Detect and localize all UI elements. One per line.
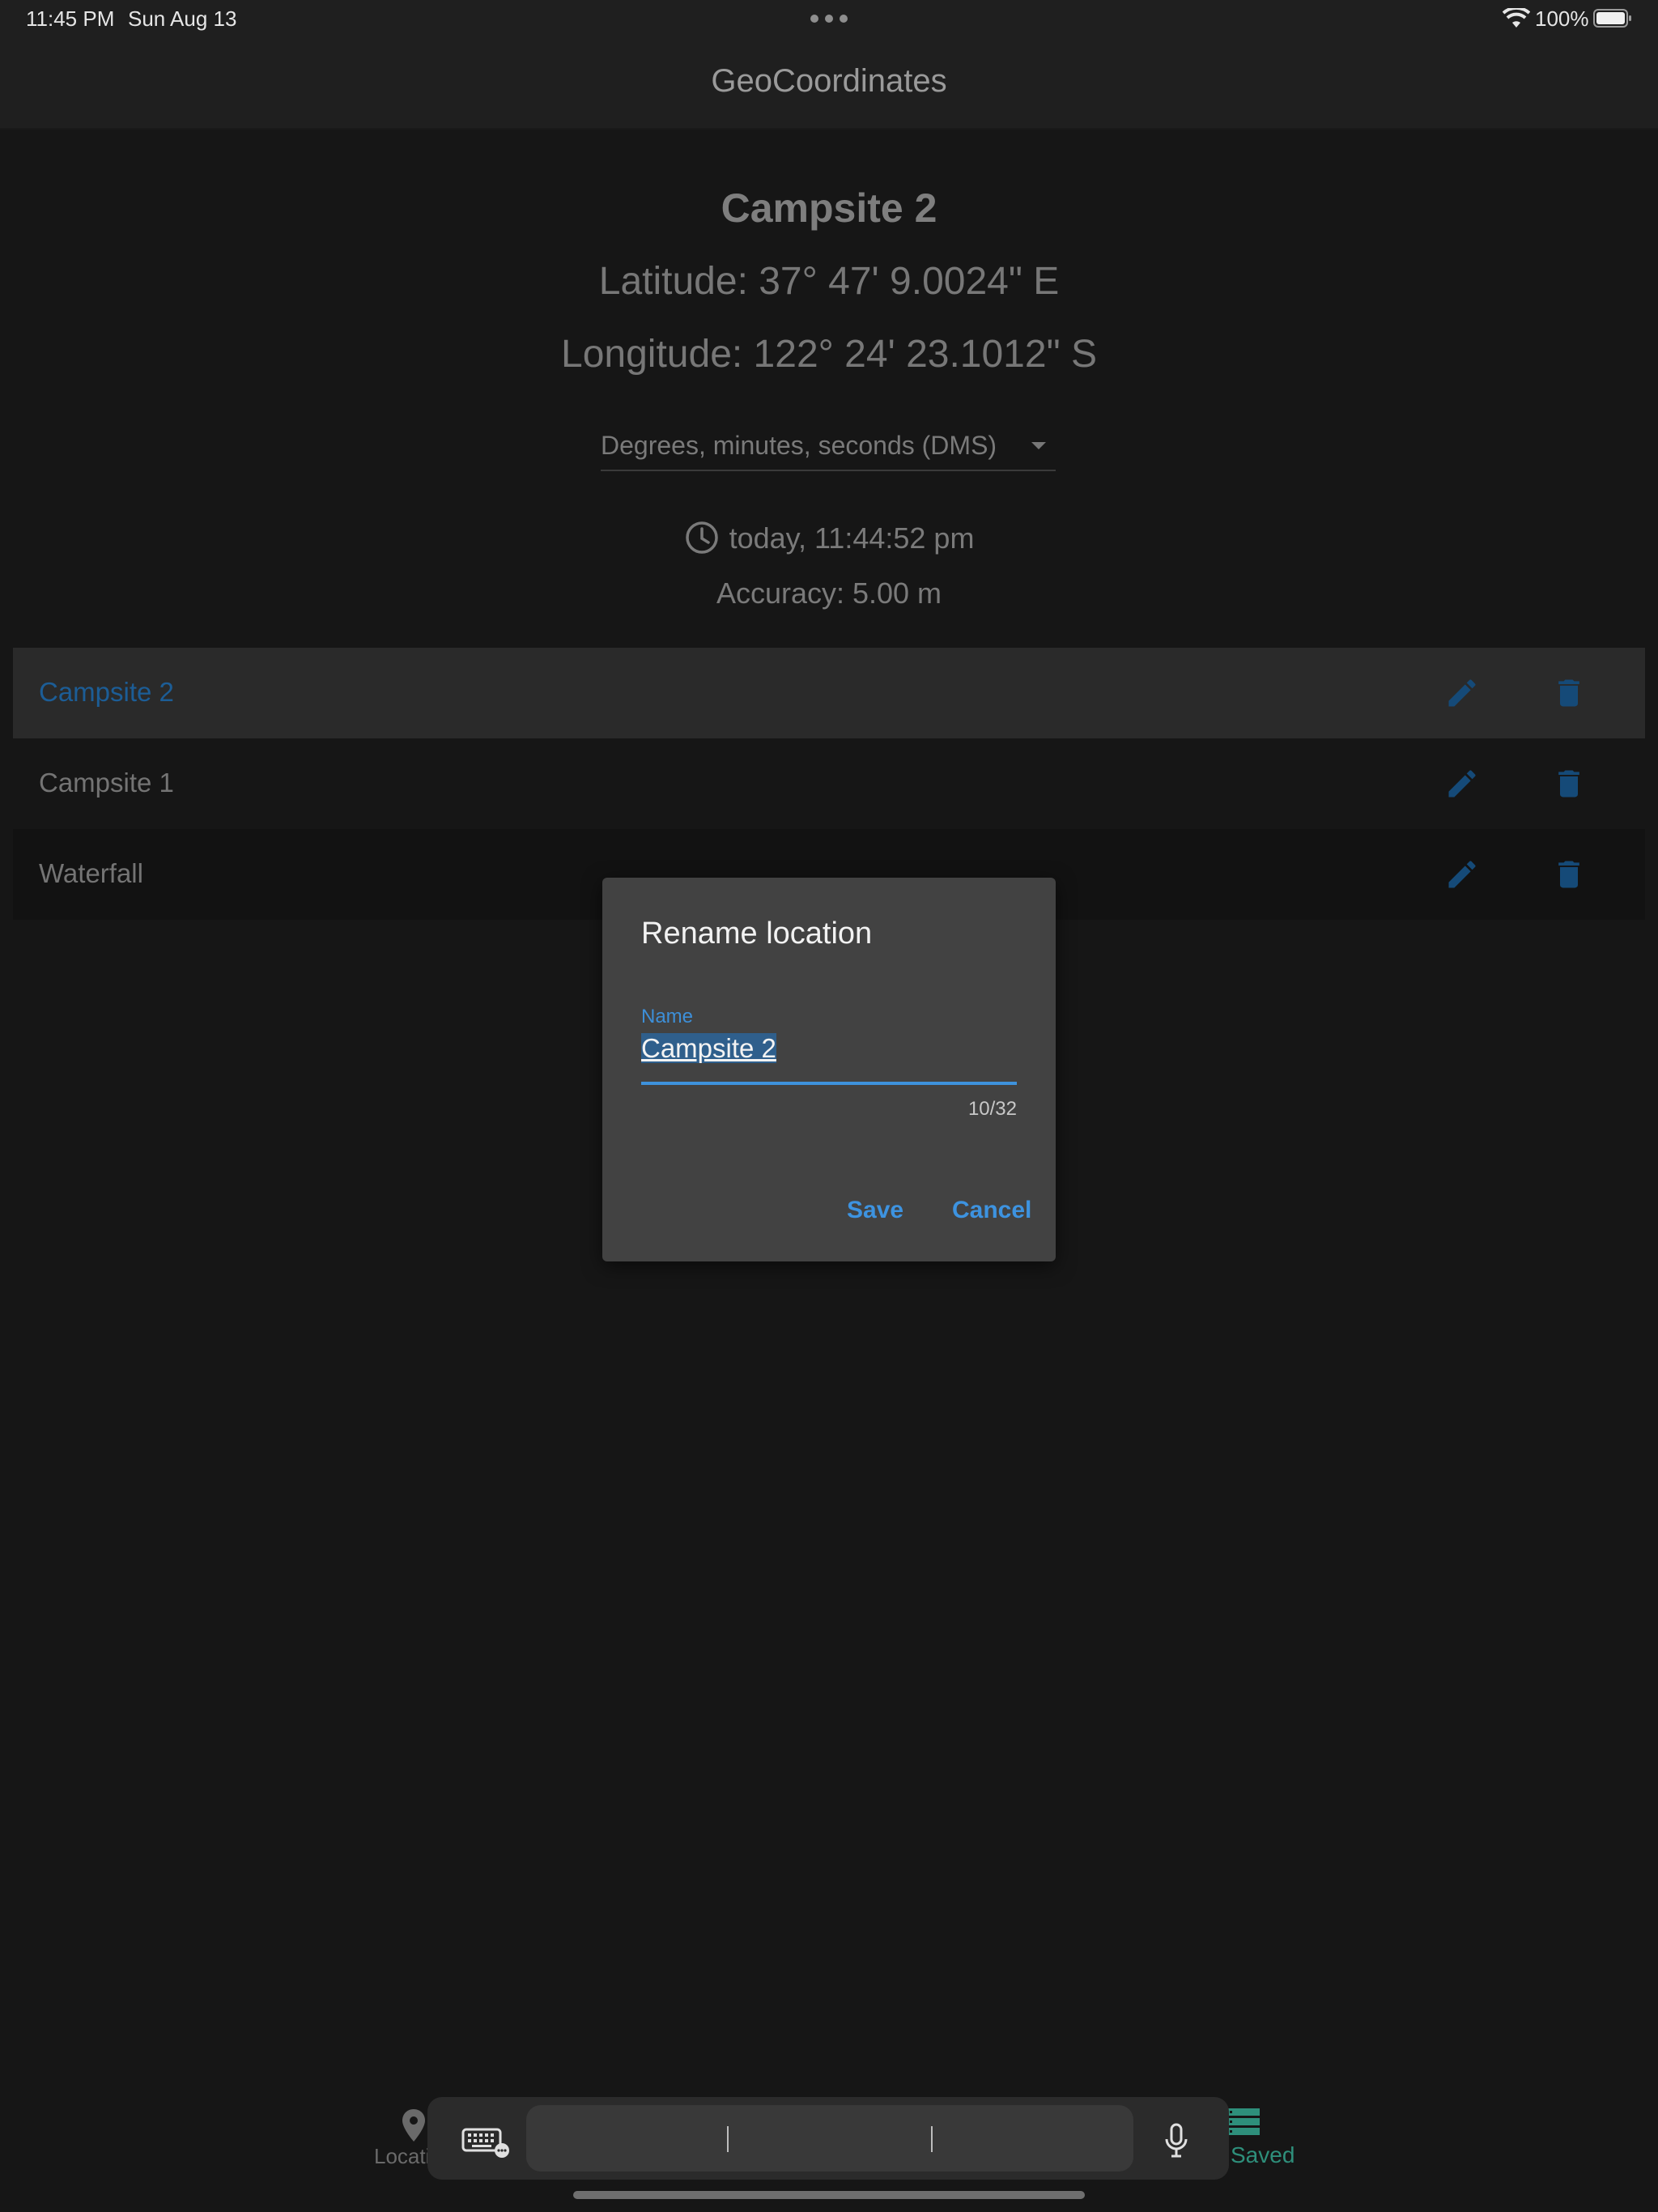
app-bar: GeoCoordinates xyxy=(0,37,1658,130)
edit-icon[interactable] xyxy=(1444,766,1480,802)
coordinate-format-dropdown[interactable]: Degrees, minutes, seconds (DMS) xyxy=(601,428,1056,471)
location-timestamp: today, 11:44:52 pm xyxy=(0,521,1658,558)
list-item[interactable]: Campsite 2 xyxy=(13,648,1645,738)
list-item-label: Campsite 1 xyxy=(39,768,174,798)
list-item[interactable]: Campsite 1 xyxy=(13,738,1645,829)
dropdown-caret-icon xyxy=(1031,442,1046,449)
edit-icon[interactable] xyxy=(1444,675,1480,711)
saved-list-icon[interactable] xyxy=(1227,2108,1260,2136)
multitasking-dots-icon[interactable] xyxy=(810,15,848,23)
battery-percentage: 100% xyxy=(1535,6,1589,31)
timestamp-text: today, 11:44:52 pm xyxy=(729,521,975,555)
app-title: GeoCoordinates xyxy=(711,63,947,99)
delete-icon[interactable] xyxy=(1551,675,1587,711)
keyboard-assistant-bar xyxy=(427,2097,1229,2180)
rename-dialog: Rename location Name Campsite 2 10/32 Sa… xyxy=(602,878,1056,1261)
home-indicator[interactable] xyxy=(573,2191,1085,2199)
coordinate-format-value: Degrees, minutes, seconds (DMS) xyxy=(601,431,997,460)
status-time: 11:45 PM xyxy=(26,6,115,31)
location-pin-icon[interactable] xyxy=(402,2108,426,2142)
dialog-title: Rename location xyxy=(641,917,873,951)
clock-icon xyxy=(685,521,718,555)
latitude-value: Latitude: 37° 47' 9.0024" E xyxy=(598,260,1060,303)
delete-icon[interactable] xyxy=(1551,857,1587,892)
list-item-label: Waterfall xyxy=(39,858,143,888)
status-date: Sun Aug 13 xyxy=(128,6,237,31)
name-input[interactable]: Campsite 2 xyxy=(641,1033,776,1064)
save-button[interactable]: Save xyxy=(847,1197,903,1224)
nav-saved-label[interactable]: Saved xyxy=(1231,2142,1295,2168)
status-bar: 11:45 PM Sun Aug 13 100% xyxy=(0,0,1658,37)
character-counter: 10/32 xyxy=(967,1098,1017,1120)
wifi-icon xyxy=(1503,8,1530,28)
suggestion-divider xyxy=(931,2126,933,2152)
suggestion-divider xyxy=(727,2126,729,2152)
delete-icon[interactable] xyxy=(1551,766,1587,802)
location-name: Campsite 2 xyxy=(721,185,937,231)
nav-location-label[interactable]: Location xyxy=(374,2144,429,2169)
longitude-value: Longitude: 122° 24' 23.1012" S xyxy=(561,333,1097,376)
microphone-icon[interactable] xyxy=(1164,2123,1188,2159)
edit-icon[interactable] xyxy=(1444,857,1480,892)
keyboard-suggestion-field[interactable] xyxy=(526,2105,1133,2172)
accuracy-value: Accuracy: 5.00 m xyxy=(716,576,942,610)
name-input-selected-text: Campsite 2 xyxy=(641,1033,776,1063)
list-item-label: Campsite 2 xyxy=(39,677,174,707)
cancel-button[interactable]: Cancel xyxy=(952,1197,1031,1224)
name-input-underline xyxy=(641,1082,1017,1085)
name-field-label: Name xyxy=(641,1006,694,1027)
battery-icon xyxy=(1593,9,1631,28)
keyboard-icon[interactable] xyxy=(461,2126,510,2159)
